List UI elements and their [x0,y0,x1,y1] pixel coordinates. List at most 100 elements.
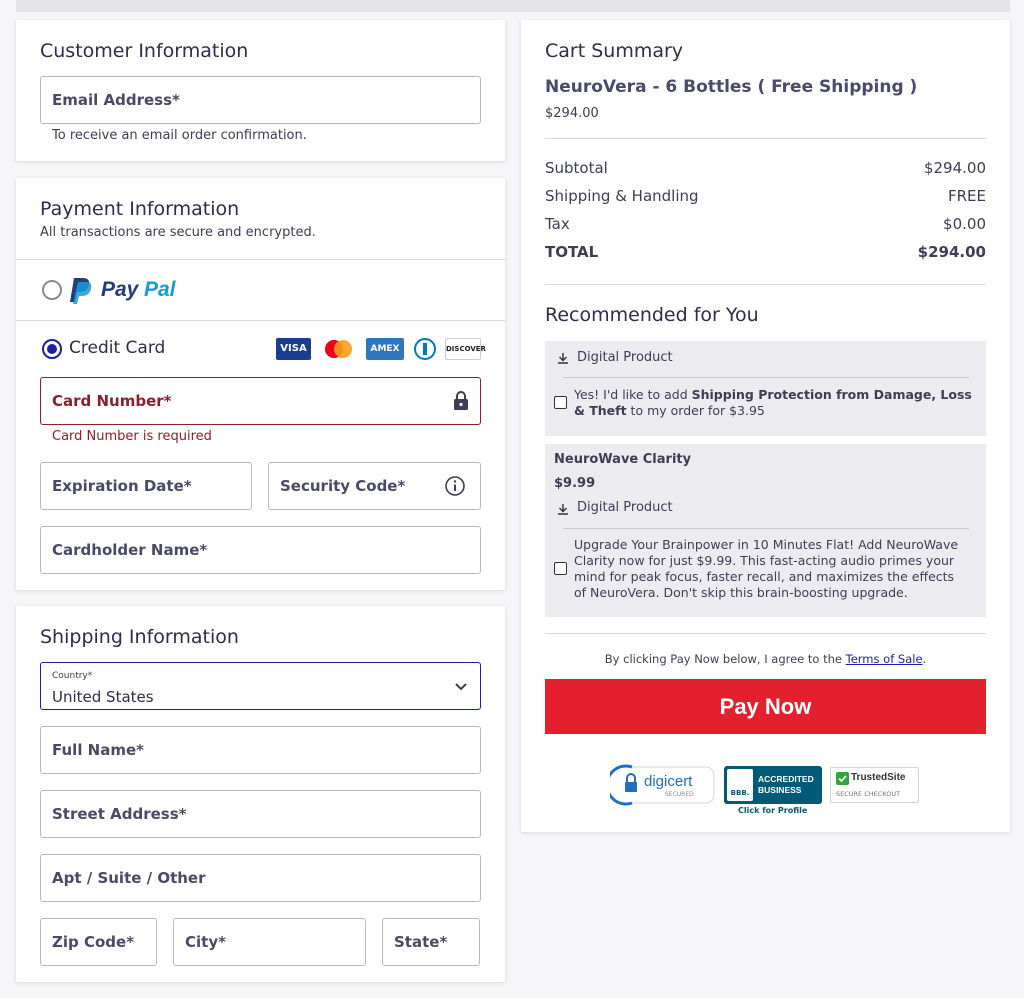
download-icon [558,353,568,364]
state-field[interactable]: State* [382,918,480,966]
subtotal-label: Subtotal [545,159,608,177]
paypal-radio[interactable] [42,280,62,300]
trustedsite-sub: SECURE CHECKOUT [836,790,901,798]
total-row: TOTAL $294.00 [545,243,986,261]
chevron-down-icon [455,683,467,691]
city-label: City* [185,933,226,951]
full-name-field[interactable]: Full Name* [40,726,481,774]
bbb-badge[interactable]: BBB. ACCREDITED BUSINESS Click for Profi… [724,766,822,816]
bbb-seal: BBB. ACCREDITED BUSINESS [724,766,822,804]
zip-code-label: Zip Code* [52,933,135,951]
payment-subtitle: All transactions are secure and encrypte… [40,225,316,240]
paypal-icon [70,278,92,304]
total-value: $294.00 [917,243,986,261]
recommended-title: Recommended for You [545,304,759,326]
info-icon[interactable] [444,475,466,497]
item2-type: Digital Product [577,500,673,515]
payment-title: Payment Information [40,198,240,220]
neurowave-text[interactable]: Upgrade Your Brainpower in 10 Minutes Fl… [574,537,969,601]
shipping-title: Shipping Information [40,626,239,648]
neurowave-checkbox[interactable] [554,562,567,575]
shipping-protection-offer: Digital Product Yes! I'd like to add Shi… [545,341,986,436]
cart-summary-card: Cart Summary NeuroVera - 6 Bottles ( Fre… [521,20,1010,832]
zip-code-field[interactable]: Zip Code* [40,918,157,966]
digicert-text: digicert [644,773,693,790]
payment-information-card: Payment Information All transactions are… [16,178,505,590]
digicert-sub: SECURED [665,791,694,798]
pay-now-button[interactable]: Pay Now [545,679,986,734]
divider [545,284,986,285]
divider [16,320,505,321]
top-bar [16,0,1010,12]
country-label: Country* [52,671,93,681]
email-field[interactable]: Email Address* [40,76,481,124]
card-number-field[interactable]: Card Number* [40,377,481,425]
terms-suffix: . [922,652,927,666]
apt-suite-label: Apt / Suite / Other [52,869,206,887]
shipping-value: FREE [947,187,986,205]
cardholder-name-label: Cardholder Name* [52,541,208,559]
bbb-line1: ACCREDITED [758,774,814,784]
terms-prefix: By clicking Pay Now below, I agree to th… [604,652,846,666]
security-code-field[interactable]: Security Code* [268,462,481,510]
bbb-click: Click for Profile [738,806,808,815]
terms-text: By clicking Pay Now below, I agree to th… [545,652,986,666]
divider [545,633,986,634]
item1-text-b: to my order for $3.95 [626,403,765,418]
total-label: TOTAL [545,243,599,261]
expiration-date-field[interactable]: Expiration Date* [40,462,252,510]
paypal-pal-text: Pal [144,278,176,301]
trustedsite-badge[interactable]: TrustedSite SECURE CHECKOUT [830,767,919,803]
apt-suite-field[interactable]: Apt / Suite / Other [40,854,481,902]
checkmark-icon [836,772,849,785]
item1-type: Digital Product [577,350,673,365]
item1-text-a: Yes! I'd like to add [574,387,692,402]
divider [545,138,986,139]
shipping-information-card: Shipping Information Country* United Sta… [16,606,505,982]
tax-row: Tax $0.00 [545,215,986,233]
customer-information-card: Customer Information Email Address* To r… [16,20,505,161]
shipping-row: Shipping & Handling FREE [545,187,986,205]
subtotal-row: Subtotal $294.00 [545,159,986,177]
divider [563,377,969,378]
shipping-label: Shipping & Handling [545,187,699,205]
lock-icon [454,391,468,410]
visa-icon: VISA [276,338,311,360]
mastercard-icon [321,338,356,360]
paypal-pay-text: Pay [101,278,139,301]
shipping-protection-text[interactable]: Yes! I'd like to add Shipping Protection… [574,387,974,419]
security-code-label: Security Code* [280,477,406,495]
email-help-text: To receive an email order confirmation. [52,128,307,143]
bbb-line2: BUSINESS [758,785,802,795]
email-label: Email Address* [52,91,180,109]
paypal-option[interactable]: Pay Pal [68,276,198,304]
product-name: NeuroVera - 6 Bottles ( Free Shipping ) [545,77,918,97]
bbb-mark: BBB. [727,769,753,801]
product-price: $294.00 [545,106,599,121]
discover-icon: DISCOVER [445,338,486,360]
street-address-field[interactable]: Street Address* [40,790,481,838]
digicert-badge[interactable]: digicert SECURED [610,764,716,806]
cart-title: Cart Summary [545,40,684,62]
item2-name: NeuroWave Clarity [554,452,692,467]
terms-of-sale-link[interactable]: Terms of Sale [846,652,923,666]
street-address-label: Street Address* [52,805,187,823]
amex-icon: AMEX [366,338,404,360]
card-number-error: Card Number is required [52,429,212,444]
credit-card-label[interactable]: Credit Card [69,338,165,358]
trustedsite-text: TrustedSite [851,772,906,783]
tax-label: Tax [545,215,570,233]
credit-card-radio[interactable] [42,339,62,359]
cardholder-name-field[interactable]: Cardholder Name* [40,526,481,574]
country-select[interactable]: Country* United States [40,662,481,710]
tax-value: $0.00 [943,215,986,233]
download-icon [558,504,568,515]
shipping-protection-checkbox[interactable] [554,396,567,409]
customer-title: Customer Information [40,40,249,62]
country-value: United States [52,688,154,706]
diners-icon [412,338,438,360]
expiration-date-label: Expiration Date* [52,477,192,495]
divider [16,259,505,260]
card-number-label: Card Number* [52,392,172,410]
city-field[interactable]: City* [173,918,366,966]
